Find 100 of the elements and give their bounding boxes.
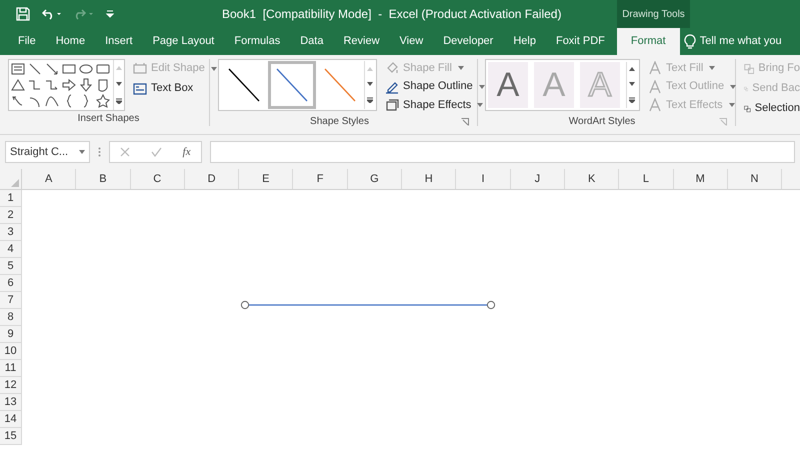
triangle-icon [11, 179, 19, 187]
formula-input[interactable] [210, 141, 795, 163]
shape-effects-icon [385, 98, 399, 112]
column-header[interactable]: E [239, 169, 294, 189]
column-header[interactable]: C [130, 169, 185, 189]
shape-icon [62, 62, 76, 76]
more-icon[interactable] [367, 97, 373, 104]
shape-style-swatch[interactable] [268, 61, 316, 109]
ribbon-tab[interactable]: Foxit PDF [548, 28, 613, 55]
customize-menu-icon[interactable] [106, 10, 114, 18]
group-label: Shape Styles [309, 115, 370, 129]
drag-handle-icon[interactable] [98, 147, 101, 157]
context-tab-group: Drawing Tools [617, 0, 690, 28]
shape-icon [79, 78, 93, 92]
row-header[interactable]: 14 [0, 411, 22, 428]
ribbon-tab[interactable]: Formulas [226, 28, 288, 55]
checkmark-icon [151, 147, 162, 157]
row-header[interactable]: 12 [0, 377, 22, 394]
scroll-down-icon[interactable] [629, 82, 635, 86]
column-header[interactable]: H [402, 169, 456, 189]
row-header[interactable]: 4 [0, 241, 22, 258]
group-label: WordArt Styles [568, 115, 636, 129]
column-header[interactable]: M [674, 169, 728, 189]
save-icon[interactable] [16, 7, 30, 21]
caret-icon [79, 150, 85, 154]
scroll-down-icon[interactable] [367, 82, 373, 86]
cancel-icon [120, 147, 130, 157]
column-header[interactable]: L [619, 169, 674, 189]
ribbon-tab[interactable]: Developer [435, 28, 502, 55]
ribbon-tab[interactable]: File [10, 28, 44, 55]
letter-a-icon [648, 80, 662, 94]
text-box-icon [133, 82, 147, 96]
column-header[interactable]: J [510, 169, 565, 189]
letter-a-icon [648, 98, 662, 112]
column-header[interactable]: D [184, 169, 240, 189]
row-header[interactable]: 3 [0, 224, 22, 241]
scroll-up-icon[interactable] [629, 67, 635, 72]
insert-function-button[interactable]: fx [182, 144, 191, 160]
ribbon-tab[interactable]: Insert [97, 28, 141, 55]
dialog-launcher-icon[interactable] [461, 118, 469, 126]
ribbon-button[interactable]: Shape Outline [385, 78, 485, 96]
ribbon-tab[interactable]: View [392, 28, 432, 55]
row-header[interactable]: 6 [0, 275, 22, 292]
caret-icon [709, 66, 716, 70]
ribbon-tab[interactable]: Page Layout [144, 28, 222, 55]
letter-a-icon [648, 60, 662, 75]
ribbon-tab[interactable]: Format [616, 28, 680, 55]
ribbon-tab[interactable]: Data [292, 28, 332, 55]
column-header[interactable]: B [76, 169, 131, 189]
ribbon-button[interactable]: Shape Effects [385, 96, 485, 114]
row-header[interactable]: 8 [0, 309, 22, 326]
shape-icon [96, 94, 110, 108]
shape-icon [79, 62, 93, 76]
row-header[interactable]: 2 [0, 207, 22, 224]
caret-icon [730, 84, 736, 88]
ribbon-tab[interactable]: Review [335, 28, 388, 55]
lightbulb-icon [684, 34, 696, 49]
caret-icon [210, 66, 217, 70]
shape-icon [11, 62, 25, 76]
row-header[interactable]: 7 [0, 292, 22, 309]
row-header[interactable]: 11 [0, 360, 22, 377]
row-header[interactable]: 10 [0, 343, 22, 360]
ribbon-button[interactable]: Selection [744, 99, 800, 118]
column-header[interactable]: A [22, 169, 76, 189]
more-icon[interactable] [629, 96, 635, 103]
column-header[interactable]: F [293, 169, 348, 189]
paint-bucket-icon [385, 60, 399, 75]
shape-icon [45, 62, 59, 76]
line-shape[interactable] [240, 300, 496, 310]
shape-icon [11, 78, 25, 92]
shape-icon [11, 94, 25, 108]
redo-icon [74, 8, 94, 20]
row-header[interactable]: 9 [0, 326, 22, 343]
column-header[interactable]: I [456, 169, 511, 189]
row-header[interactable]: 13 [0, 394, 22, 411]
row-header[interactable]: 5 [0, 258, 22, 275]
ribbon-tab[interactable]: Help [505, 28, 544, 55]
shapes-gallery[interactable] [8, 59, 125, 111]
more-icon[interactable] [116, 98, 122, 104]
shape-icon [45, 94, 59, 108]
column-header[interactable]: K [564, 169, 620, 189]
wordart-style[interactable]: A [488, 62, 528, 108]
shape-icon [28, 62, 42, 76]
ribbon-button[interactable]: Text Box [133, 79, 217, 98]
group-label: Insert Shapes [76, 112, 140, 126]
scroll-down-icon[interactable] [116, 82, 122, 86]
tell-me-field[interactable]: Tell me what you [700, 33, 792, 50]
column-header[interactable]: G [348, 169, 402, 189]
ribbon-tab[interactable]: Home [48, 28, 94, 55]
name-box[interactable]: Straight C... [5, 141, 90, 163]
row-header[interactable]: 15 [0, 428, 22, 445]
column-header[interactable]: N [728, 169, 782, 189]
shape-icon [45, 78, 59, 92]
caret-icon [478, 84, 485, 88]
undo-icon[interactable] [42, 8, 62, 20]
shape-icon [96, 78, 110, 92]
layers-icon [744, 62, 754, 76]
row-header[interactable]: 1 [0, 190, 22, 207]
shape-icon [28, 78, 42, 92]
caret-icon [458, 66, 464, 70]
